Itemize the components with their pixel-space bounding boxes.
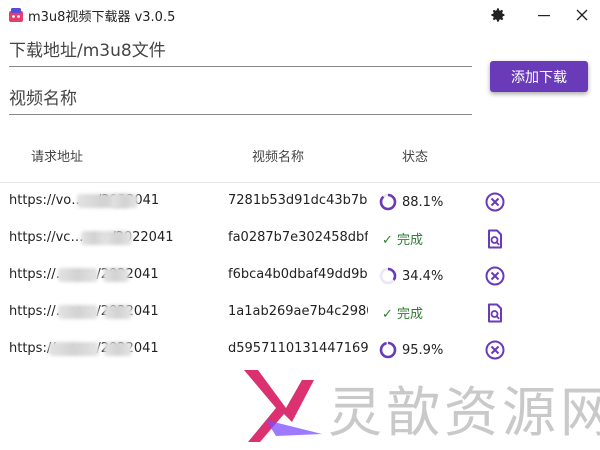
title-bar: m3u8视频下载器 v3.0.5 [0, 0, 600, 30]
table-row: https://vo…m/20220417281b53d91dc43b7b288… [0, 183, 600, 219]
url-field-wrapper [9, 36, 472, 67]
row-video-name: d59571101314471694 [228, 341, 368, 356]
table-header: 请求地址 视频名称 状态 [0, 146, 600, 166]
add-download-button[interactable]: 添加下载 [490, 61, 588, 92]
url-input[interactable] [9, 36, 472, 66]
progress-ring-icon [379, 193, 397, 211]
row-status: 34.4% [378, 266, 468, 286]
redaction-blur [104, 342, 132, 356]
open-file-button[interactable] [484, 302, 506, 324]
cancel-download-button[interactable] [484, 191, 506, 213]
redaction-blur [58, 268, 98, 282]
progress-ring-icon [379, 267, 397, 285]
cancel-icon [485, 192, 505, 212]
cancel-download-button[interactable] [484, 265, 506, 287]
row-status: 88.1% [378, 192, 468, 212]
open-file-button[interactable] [484, 228, 506, 250]
close-icon [576, 9, 588, 21]
settings-button[interactable] [478, 0, 518, 30]
column-header-name: 视频名称 [252, 150, 305, 165]
table-row: https://…com/2022041f6bca4b0dbaf49dd9b34… [0, 257, 600, 293]
row-video-name: 7281b53d91dc43b7b2 [228, 193, 368, 208]
table-row: https://…com/20220411a1ab269ae7b4c2980✓ … [0, 294, 600, 330]
column-header-url: 请求地址 [31, 150, 84, 165]
row-status: ✓ 完成 [378, 303, 468, 322]
row-status-text: 88.1% [402, 194, 444, 210]
watermark-text: 灵歆资源网 [328, 381, 600, 444]
redaction-blur [58, 305, 98, 319]
video-name-input[interactable] [9, 84, 472, 114]
name-field-wrapper [9, 84, 472, 115]
row-status-text: ✓ 完成 [382, 307, 424, 322]
window-title: m3u8视频下载器 v3.0.5 [28, 10, 176, 25]
row-status-text: 95.9% [402, 342, 444, 358]
redaction-blur [103, 268, 129, 282]
watermark: 灵歆资源网 [236, 360, 600, 450]
row-status-text: ✓ 完成 [382, 233, 424, 248]
row-video-name: fa0287b7e302458dbfb [228, 230, 368, 245]
row-status-text: 34.4% [402, 268, 444, 284]
row-video-name: f6bca4b0dbaf49dd9b [228, 267, 368, 282]
open-file-icon [488, 303, 502, 323]
redaction-blur [104, 231, 132, 245]
minimize-icon [538, 15, 550, 17]
cancel-icon [485, 266, 505, 286]
row-video-name: 1a1ab269ae7b4c2980 [228, 304, 368, 319]
watermark-logo [244, 370, 322, 442]
cancel-icon [485, 340, 505, 360]
redaction-blur [112, 194, 138, 208]
redaction-blur [49, 342, 99, 356]
column-header-status: 状态 [402, 150, 429, 165]
table-row: https://vc…com/2022041fa0287b7e302458dbf… [0, 220, 600, 256]
row-status: ✓ 完成 [378, 229, 468, 248]
redaction-blur [104, 305, 132, 319]
progress-ring-icon [379, 341, 397, 359]
app-icon [9, 8, 23, 22]
cancel-download-button[interactable] [484, 339, 506, 361]
row-status: 95.9% [378, 340, 468, 360]
gear-icon [491, 8, 505, 22]
minimize-button[interactable] [524, 0, 564, 30]
open-file-icon [488, 229, 502, 249]
close-button[interactable] [562, 0, 600, 30]
